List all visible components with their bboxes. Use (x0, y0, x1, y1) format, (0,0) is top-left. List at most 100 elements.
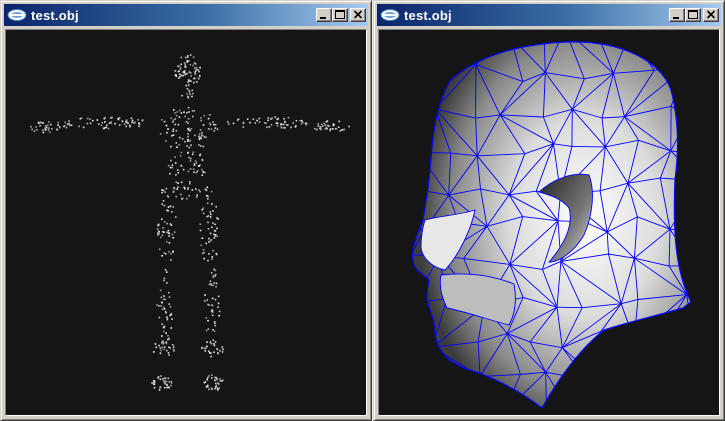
point (189, 157, 192, 160)
point (198, 138, 201, 141)
right-window-titlebar[interactable]: test.obj (377, 4, 721, 26)
point-cloud-viewport[interactable] (5, 29, 367, 416)
point (167, 206, 170, 208)
point (134, 121, 136, 124)
left-window-titlebar[interactable]: test.obj (4, 4, 368, 26)
point (169, 305, 172, 308)
point (271, 117, 274, 119)
point (110, 122, 112, 125)
point (242, 121, 245, 124)
point (300, 123, 303, 125)
point (165, 241, 168, 243)
point (189, 140, 191, 142)
mesh-edge (434, 41, 477, 65)
point (167, 335, 169, 337)
app-icon[interactable] (7, 8, 27, 22)
mesh-edge (446, 384, 456, 408)
point (194, 77, 196, 79)
mesh-edge (546, 409, 568, 410)
point (161, 191, 163, 194)
point (129, 126, 131, 128)
point (163, 308, 166, 310)
point (175, 195, 178, 198)
point (174, 112, 176, 114)
maximize-icon (688, 10, 698, 19)
close-button[interactable] (350, 8, 366, 22)
point (210, 128, 213, 130)
point (174, 156, 176, 158)
minimize-button[interactable] (316, 8, 332, 22)
mesh-edge (603, 384, 624, 408)
point (199, 190, 201, 193)
point (194, 67, 196, 69)
point (173, 187, 176, 190)
point (213, 343, 215, 345)
mesh-edge (660, 41, 687, 68)
point (213, 237, 216, 239)
point (206, 378, 208, 381)
point (219, 380, 222, 382)
point (163, 382, 166, 384)
mesh-edge (670, 367, 692, 374)
point (218, 310, 221, 313)
point (68, 120, 70, 122)
point (82, 126, 85, 129)
point (187, 188, 189, 190)
point (178, 65, 181, 68)
point (215, 382, 217, 385)
point (200, 119, 202, 122)
point (319, 126, 322, 128)
point (214, 273, 217, 276)
point (199, 75, 201, 77)
point (266, 126, 268, 129)
point (194, 63, 197, 65)
point (64, 124, 66, 127)
mesh-edge (412, 337, 424, 369)
mesh-edge (435, 30, 466, 33)
point (165, 140, 167, 142)
point (161, 323, 163, 325)
point (183, 71, 186, 74)
point (166, 271, 168, 273)
shaded-head-viewport[interactable] (378, 29, 720, 416)
point (292, 122, 294, 124)
point (169, 166, 172, 169)
point (187, 95, 190, 98)
mesh-edge (661, 335, 672, 373)
point (151, 382, 153, 384)
point (104, 116, 106, 119)
point (323, 122, 325, 125)
minimize-icon (673, 17, 679, 19)
point (208, 388, 210, 391)
point (166, 231, 168, 233)
point (69, 124, 71, 127)
point (96, 119, 99, 121)
point (198, 135, 200, 138)
point (283, 117, 285, 120)
app-icon[interactable] (380, 8, 400, 22)
point (214, 223, 216, 226)
point (189, 181, 191, 183)
point (166, 316, 168, 318)
point (168, 354, 170, 356)
mesh-edge (694, 265, 715, 310)
point (209, 114, 211, 116)
point (177, 169, 179, 171)
point (184, 115, 186, 118)
point (213, 282, 215, 284)
point (163, 386, 166, 389)
point (217, 302, 220, 305)
point (337, 126, 340, 128)
point (210, 352, 212, 354)
minimize-button[interactable] (669, 8, 685, 22)
close-button[interactable] (703, 8, 719, 22)
maximize-button[interactable] (332, 8, 348, 22)
point (206, 299, 209, 301)
mesh-edge (415, 108, 436, 120)
minimize-icon (320, 17, 326, 19)
point (137, 119, 139, 121)
point (192, 92, 194, 95)
left-window[interactable]: test.obj (0, 0, 372, 421)
right-window[interactable]: test.obj (373, 0, 725, 421)
maximize-button[interactable] (685, 8, 701, 22)
